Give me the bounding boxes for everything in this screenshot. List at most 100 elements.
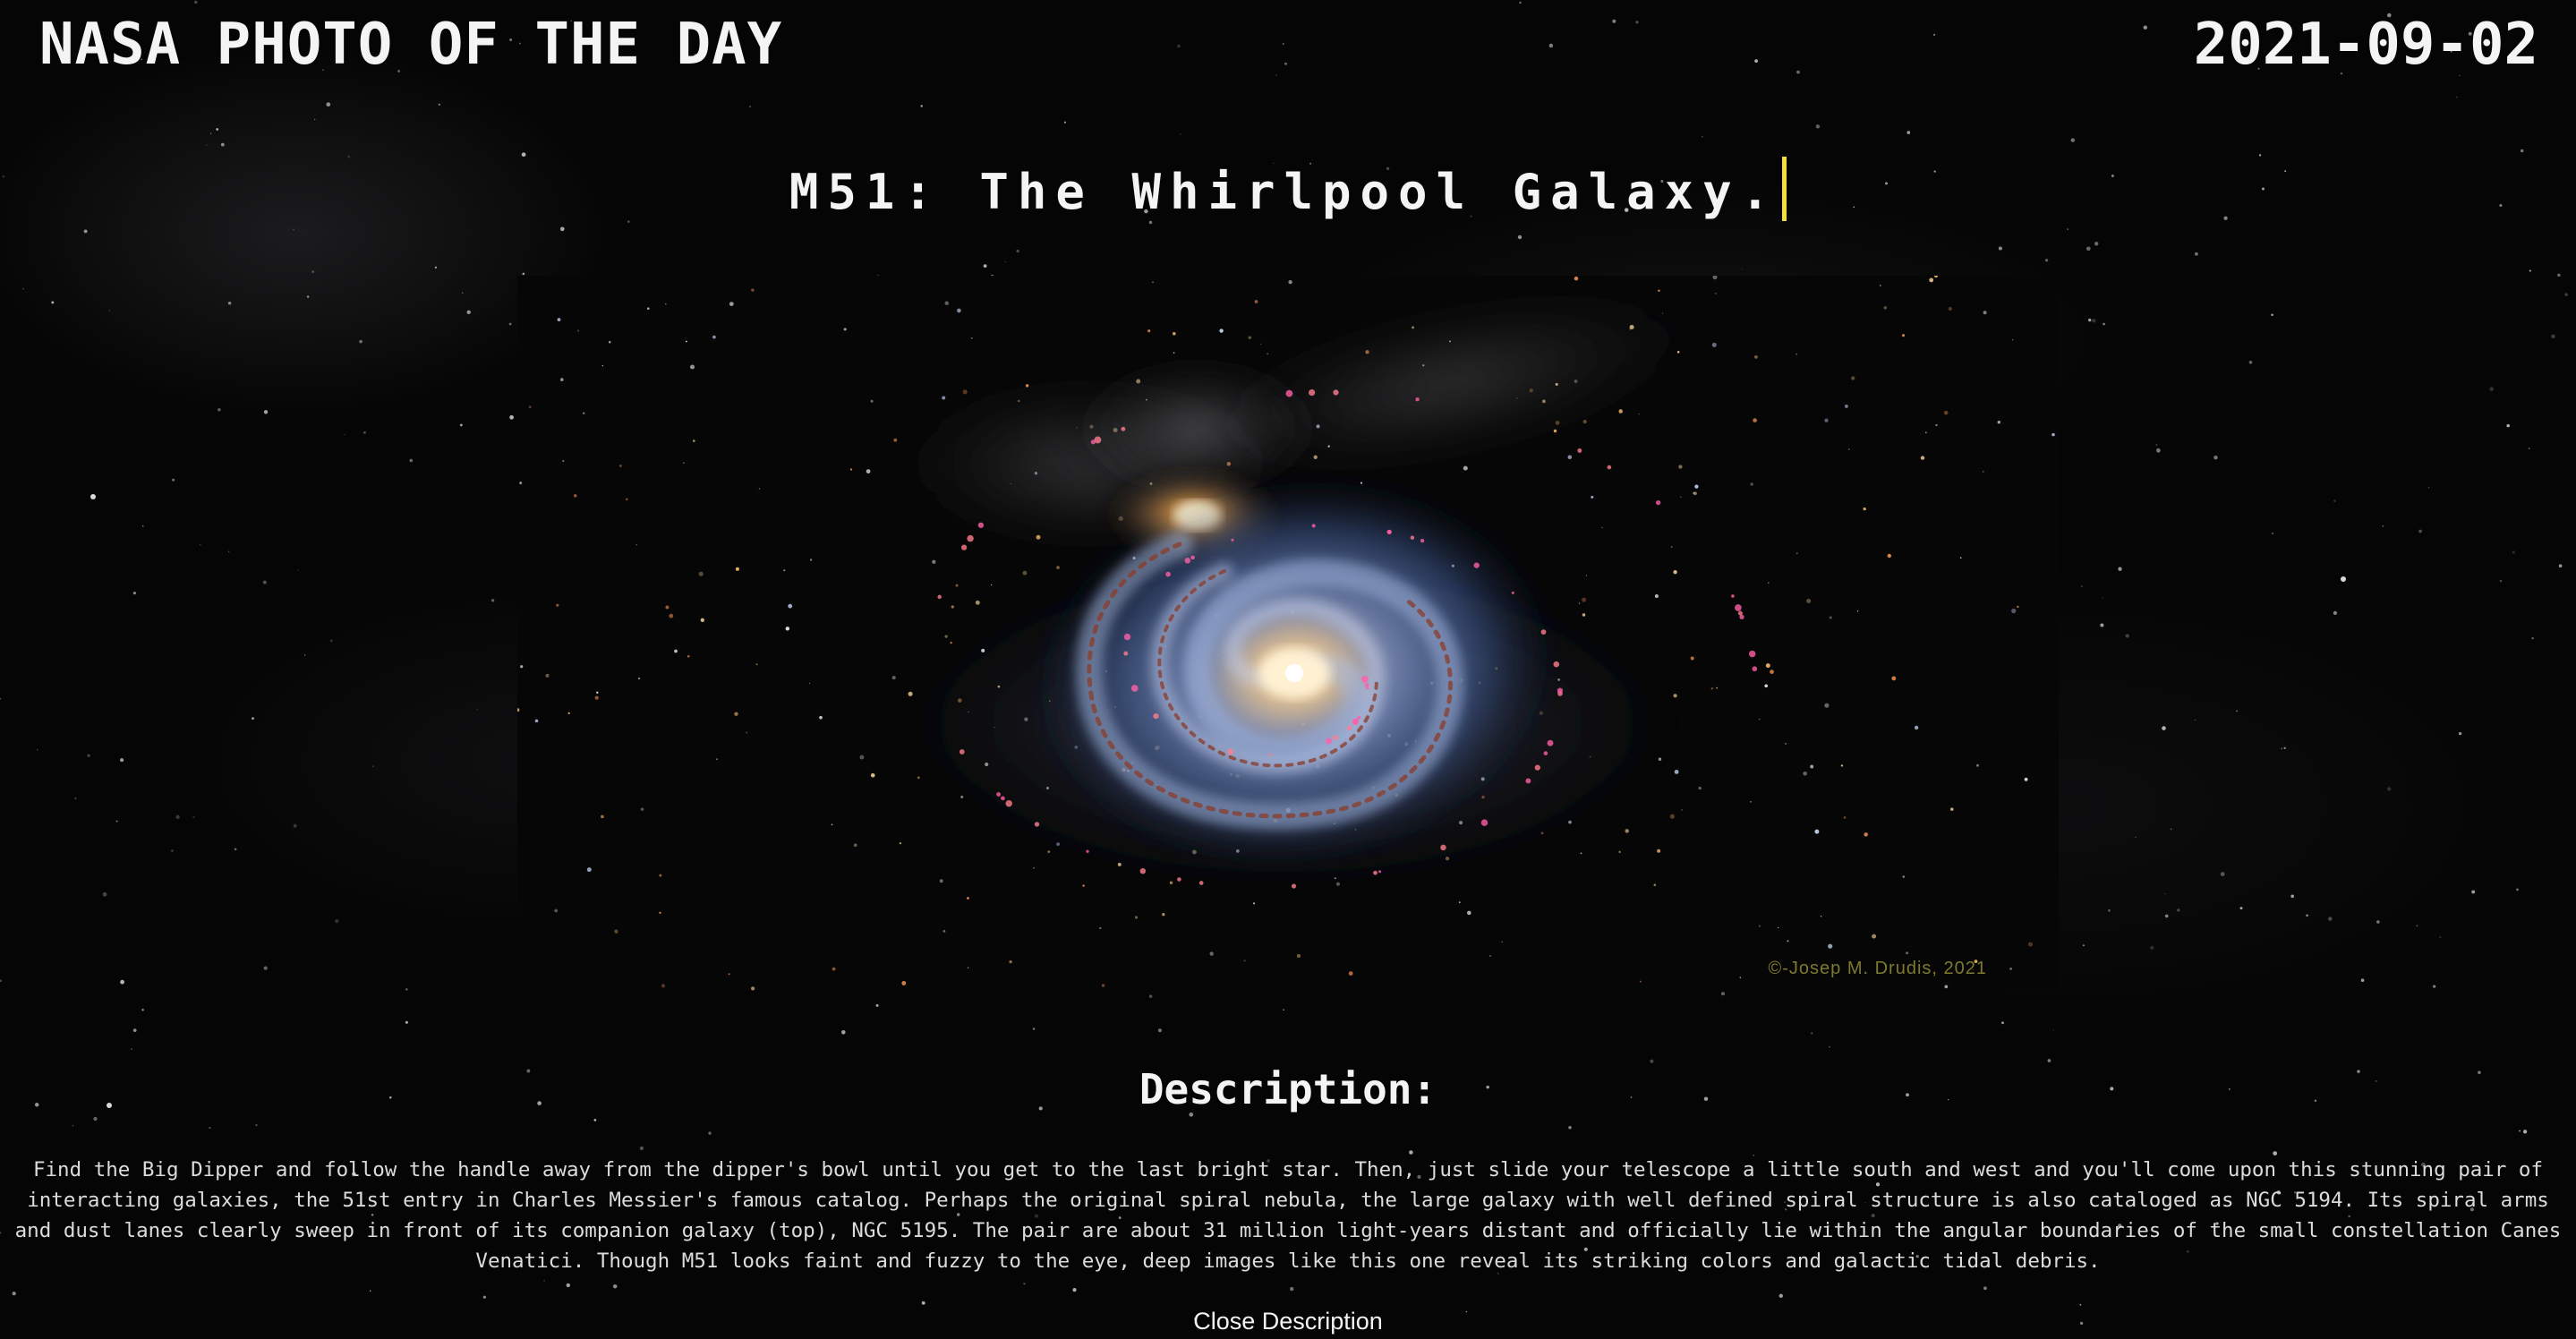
star [37, 749, 38, 751]
image-star [1009, 959, 1012, 964]
star [132, 1028, 137, 1032]
star-forming-region [1123, 633, 1131, 641]
image-star [785, 627, 790, 631]
star [22, 288, 24, 290]
star [2164, 892, 2166, 895]
app-title: NASA PHOTO OF THE DAY [39, 12, 783, 78]
star [2564, 293, 2568, 296]
image-star [1574, 276, 1579, 281]
image-star [1082, 884, 1085, 887]
image-star [1820, 915, 1822, 917]
image-star [665, 605, 670, 610]
image-star [665, 303, 667, 305]
image-star [2017, 605, 2019, 609]
image-star [520, 665, 524, 669]
image-star [1248, 336, 1252, 339]
star [2376, 920, 2380, 924]
star [2170, 828, 2172, 831]
image-star [1585, 575, 1588, 576]
star [0, 1232, 2, 1234]
star [175, 814, 180, 819]
star [141, 1008, 144, 1011]
star [2558, 564, 2563, 568]
star [1517, 235, 1523, 240]
star-forming-region [959, 749, 965, 755]
star [2512, 550, 2515, 554]
image-star [788, 603, 793, 609]
star [297, 569, 299, 571]
star-forming-region [960, 544, 968, 550]
image-star [1147, 329, 1151, 333]
star [409, 458, 414, 463]
image-star [638, 678, 640, 679]
image-star [783, 569, 786, 572]
star [115, 820, 118, 823]
image-star [534, 719, 539, 723]
image-star [2024, 777, 2028, 781]
image-star [1618, 850, 1621, 854]
star-forming-region [1333, 389, 1339, 396]
star [326, 102, 331, 107]
image-star [1670, 546, 1673, 548]
image-star [1803, 771, 1807, 776]
close-description-button[interactable]: Close Description [0, 1303, 2576, 1339]
star [2271, 313, 2273, 317]
image-star [545, 673, 550, 678]
image-star [1829, 616, 1832, 619]
image-star [1758, 925, 1761, 927]
star [2528, 448, 2530, 449]
star-forming-region [1227, 748, 1233, 755]
star [194, 0, 198, 4]
image-star [1657, 849, 1661, 853]
star [405, 1020, 408, 1024]
image-star [1254, 300, 1258, 303]
image-star [700, 618, 704, 622]
image-star [1694, 484, 1699, 489]
star [841, 1030, 846, 1035]
image-star [967, 897, 969, 900]
star [476, 708, 479, 711]
image-star [601, 814, 604, 819]
image-star [1243, 959, 1246, 962]
image-star [755, 663, 758, 666]
image-star [1872, 934, 1877, 939]
star [292, 228, 295, 231]
image-star [528, 405, 532, 409]
image-star [962, 389, 968, 395]
image-star [1851, 376, 1855, 380]
star-forming-region [1308, 388, 1316, 397]
star [2001, 1021, 2004, 1025]
star-forming-region [1735, 604, 1742, 611]
image-star [557, 318, 561, 321]
image-star [1924, 431, 1927, 434]
star [171, 849, 174, 852]
star [1275, 74, 1277, 76]
star-forming-region [1153, 713, 1159, 720]
star-forming-region [1285, 389, 1293, 397]
star [2416, 925, 2418, 927]
star-forming-region [1268, 753, 1272, 756]
image-star [2012, 339, 2014, 341]
image-star [1856, 610, 1859, 612]
photo-credit: ©-Josep M. Drudis, 2021 [1768, 959, 1987, 978]
star [102, 891, 107, 897]
star-forming-region [1440, 844, 1446, 851]
image-star [614, 929, 618, 934]
star-forming-region [1165, 571, 1171, 577]
image-star [1880, 285, 1881, 286]
image-star [1983, 311, 1987, 315]
star-forming-region [1034, 822, 1040, 827]
star [482, 1295, 487, 1299]
image-star [1639, 980, 1642, 983]
image-star [1887, 553, 1891, 559]
star-forming-region [1540, 629, 1547, 635]
star [508, 322, 512, 326]
star [120, 979, 125, 985]
star [2100, 623, 2104, 627]
image-star [853, 843, 857, 848]
star [142, 525, 144, 527]
image-star [1864, 832, 1868, 837]
image-star [1914, 725, 1919, 730]
image-star [901, 981, 907, 985]
star [1063, 121, 1066, 124]
